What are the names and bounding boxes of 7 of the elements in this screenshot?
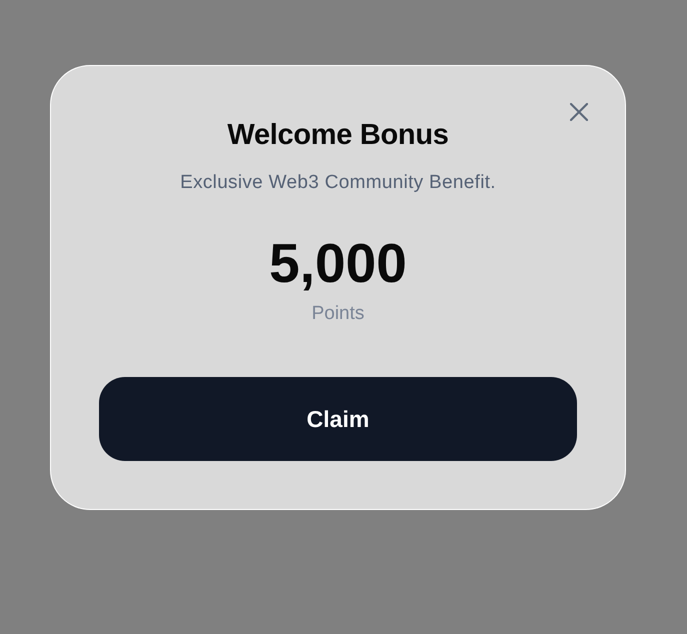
close-icon (570, 103, 588, 121)
dialog-title: Welcome Bonus (227, 118, 449, 152)
close-button[interactable] (569, 102, 589, 122)
claim-button[interactable]: Claim (99, 377, 577, 461)
points-amount: 5,000 (269, 231, 407, 295)
dialog-subtitle: Exclusive Web3 Community Benefit. (180, 171, 496, 195)
points-label: Points (312, 302, 364, 326)
